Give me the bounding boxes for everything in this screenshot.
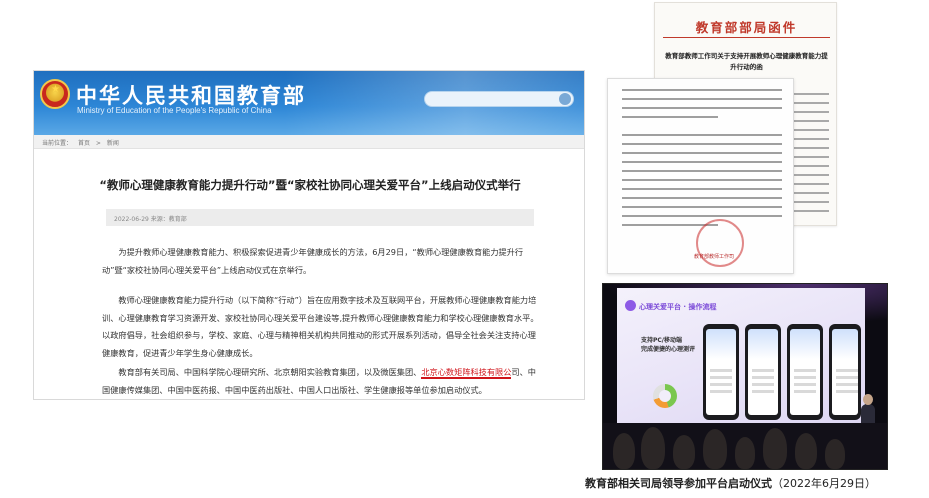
screen-heading: 支持PC/移动端 完成便捷的心理测评 [641, 337, 696, 353]
breadcrumb-separator: > [95, 140, 101, 147]
audience [603, 423, 887, 469]
presentation-screen: 心理关爱平台 · 操作流程 支持PC/移动端 完成便捷的心理测评 [617, 288, 865, 428]
paragraph-3-text: 教育部有关司局、中国科学院心理研究所、北京朝阳实验教育集团，以及微医集团、 [118, 367, 422, 377]
seal-text: 教育部教师工作司 [694, 254, 735, 260]
phone-mockup [829, 324, 861, 420]
phone-mockup [703, 324, 739, 420]
search-icon[interactable] [559, 93, 571, 105]
ministry-webpage-screenshot: ★ 中华人民共和国教育部 Ministry of Education of th… [33, 70, 585, 400]
photo-caption: 教育部相关司局领导参加平台启动仪式（2022年6月29日） [585, 475, 915, 491]
letter-divider [663, 37, 830, 38]
caption-text: 教育部相关司局领导参加平台启动仪式 [585, 477, 772, 490]
site-header: ★ 中华人民共和国教育部 Ministry of Education of th… [34, 71, 584, 135]
site-subtitle: Ministry of Education of the People's Re… [77, 106, 272, 115]
platform-logo-icon [625, 300, 636, 311]
letter-subject: 教育部教师工作司关于支持开展教师心理健康教育能力提升行动的函 [665, 52, 828, 71]
article-title: “教师心理健康教育能力提升行动”暨“家校社协同心理关爱平台”上线启动仪式举行 [99, 178, 521, 192]
article-paragraph-2: 教师心理健康教育能力提升行动（以下简称“行动”）旨在应用数字技术及互联网平台，开… [102, 295, 539, 358]
breadcrumb-news[interactable]: 新闻 [107, 140, 119, 147]
highlighted-company-name: 北京心数矩阵科技有限公 [421, 367, 512, 379]
caption-date: （2022年6月29日） [772, 477, 876, 490]
national-emblem-icon: ★ [40, 79, 70, 109]
donut-chart-icon [653, 384, 677, 408]
search-input[interactable] [424, 91, 574, 107]
breadcrumb-label: 当前位置： [42, 140, 73, 147]
plan-document: 教育部教师工作司 [607, 78, 794, 274]
screen-title: 心理关爱平台 · 操作流程 [639, 303, 717, 311]
breadcrumb: 当前位置： 首页 > 新闻 [34, 135, 584, 149]
phone-mockup [745, 324, 781, 420]
breadcrumb-home[interactable]: 首页 [78, 140, 90, 147]
article-paragraph-1: 为提升教师心理健康教育能力、积极探索促进青少年健康成长的方法，6月29日，“教师… [102, 247, 524, 275]
article-paragraph-3: 教育部有关司局、中国科学院心理研究所、北京朝阳实验教育集团，以及微医集团、北京心… [102, 364, 542, 399]
article-meta: 2022-06-29 来源：教育部 [106, 209, 534, 226]
phone-mockup [787, 324, 823, 420]
plan-body-text [622, 89, 782, 233]
launch-event-photo: 心理关爱平台 · 操作流程 支持PC/移动端 完成便捷的心理测评 [602, 283, 888, 470]
letter-header: 教育部部局函件 [695, 20, 798, 35]
